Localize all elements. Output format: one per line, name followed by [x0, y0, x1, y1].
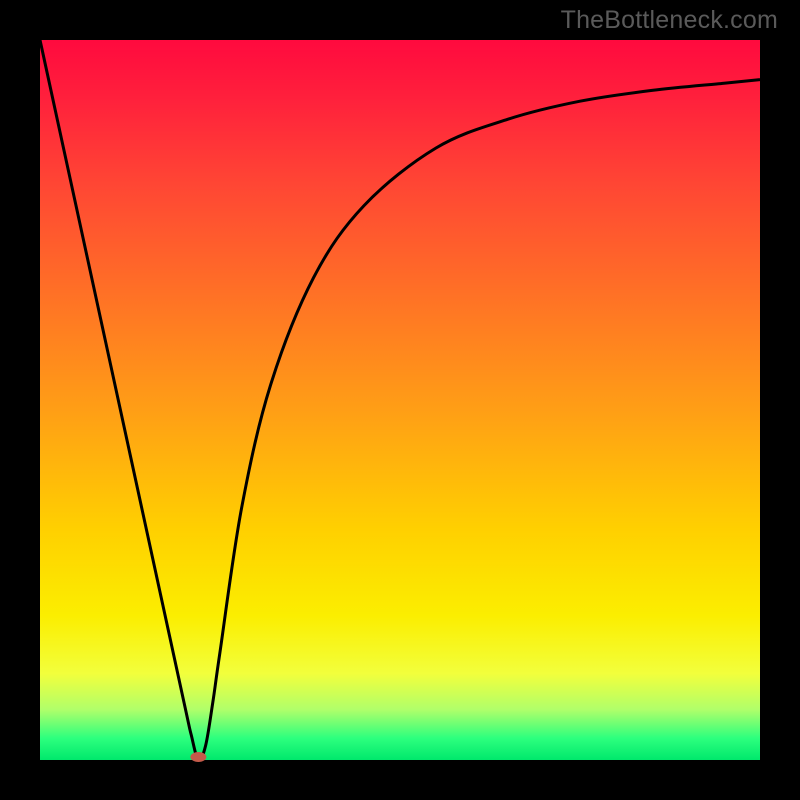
attribution-text: TheBottleneck.com — [561, 6, 778, 35]
minimum-marker — [190, 752, 206, 762]
chart-frame: TheBottleneck.com — [0, 0, 800, 800]
chart-overlay — [40, 40, 760, 760]
bottleneck-curve — [40, 40, 760, 760]
